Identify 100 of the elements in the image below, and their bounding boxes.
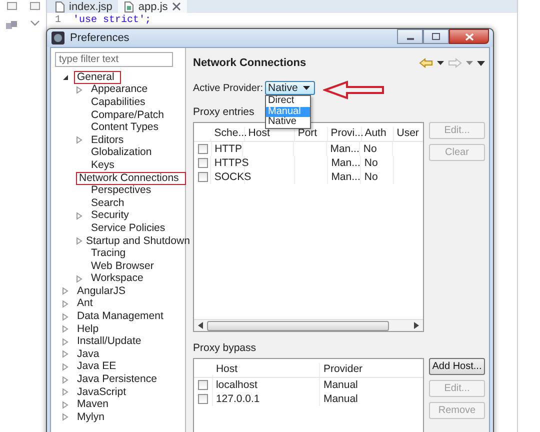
- app-icon: [51, 31, 65, 45]
- editor-tab[interactable]: app.js: [118, 0, 187, 13]
- table-cell: HTTPS: [214, 157, 249, 169]
- section-label: Proxy entries: [193, 106, 254, 118]
- tree-item[interactable]: Appearance: [88, 83, 151, 96]
- close-button[interactable]: [449, 29, 489, 44]
- tree-item[interactable]: Security: [88, 209, 132, 222]
- highlighted-tree-item[interactable]: General: [74, 70, 122, 84]
- collapsed-icon[interactable]: [76, 136, 83, 144]
- tree-item[interactable]: Mylyn: [74, 410, 108, 424]
- table-cell: SOCKS: [214, 171, 252, 183]
- table-cell: No: [364, 171, 378, 183]
- dropdown-option[interactable]: Native: [266, 117, 310, 128]
- collapsed-icon[interactable]: [62, 325, 69, 334]
- column-header[interactable]: User: [394, 127, 423, 141]
- tree-item[interactable]: Capabilities: [88, 96, 148, 109]
- collapsed-icon[interactable]: [62, 312, 69, 321]
- close-icon: [464, 32, 474, 40]
- table-cell: Man...: [331, 171, 360, 183]
- tree-item[interactable]: JavaScript: [74, 386, 130, 399]
- tree-item[interactable]: Web Browser: [88, 260, 157, 273]
- collapsed-icon[interactable]: [62, 388, 69, 396]
- collapsed-icon[interactable]: [62, 300, 69, 308]
- caret-icon[interactable]: [437, 61, 444, 65]
- scroll-left-icon[interactable]: [198, 322, 204, 329]
- checkbox[interactable]: [198, 172, 208, 182]
- column-header[interactable]: Host: [212, 363, 320, 377]
- provider-label: Active Provider:: [193, 82, 264, 94]
- table-cell: Man...: [330, 143, 360, 155]
- collapsed-icon[interactable]: [62, 350, 69, 358]
- tree-item[interactable]: Data Management: [74, 310, 166, 324]
- tree-item[interactable]: Workspace: [88, 272, 146, 286]
- table-cell: Manual: [323, 379, 358, 391]
- tree-item[interactable]: Maven: [74, 398, 112, 412]
- close-icon[interactable]: [172, 2, 181, 11]
- column-header[interactable]: Sche...: [211, 127, 246, 141]
- filter-field[interactable]: type filter text: [55, 52, 173, 67]
- collapsed-icon[interactable]: [76, 212, 83, 220]
- tree-item[interactable]: Search: [88, 196, 128, 210]
- tree-item[interactable]: Java Persistence: [74, 373, 160, 386]
- tree-item[interactable]: Java EE: [74, 360, 120, 374]
- collapsed-icon[interactable]: [62, 413, 69, 422]
- tree-item[interactable]: Content Types: [88, 121, 162, 134]
- table-cell: No: [363, 143, 377, 155]
- provider-dropdown[interactable]: Native: [265, 81, 316, 95]
- minimize-icon[interactable]: [7, 2, 17, 10]
- table-cell: HTTP: [214, 143, 242, 155]
- table-cell: No: [364, 157, 378, 169]
- line-number: 1: [55, 15, 62, 26]
- checkbox[interactable]: [198, 144, 208, 154]
- tree-item[interactable]: Keys: [88, 158, 118, 172]
- table-cell: localhost: [216, 379, 258, 391]
- tree-item[interactable]: Globalization: [88, 146, 155, 160]
- collapsed-icon[interactable]: [62, 287, 69, 296]
- highlighted-tree-item[interactable]: Network Connections: [76, 172, 186, 185]
- maximize-icon[interactable]: [30, 2, 40, 10]
- column-header[interactable]: Host: [245, 127, 295, 141]
- tree-item[interactable]: Compare/Patch: [88, 108, 167, 122]
- collapsed-icon[interactable]: [76, 237, 83, 246]
- menu-caret-icon[interactable]: [477, 60, 485, 66]
- tree-item[interactable]: Perspectives: [88, 184, 154, 198]
- dropdown-caret-icon[interactable]: [30, 20, 40, 26]
- page-title: Network Connections: [193, 57, 306, 69]
- collapsed-icon[interactable]: [76, 86, 83, 94]
- tree-item[interactable]: Startup and Shutdown: [83, 234, 193, 248]
- column-header[interactable]: Provi...: [328, 127, 362, 141]
- expanded-icon[interactable]: [62, 74, 69, 81]
- horizontal-scrollbar[interactable]: [194, 319, 423, 331]
- table-cell: Manual: [323, 393, 358, 405]
- collapsed-icon[interactable]: [76, 274, 83, 283]
- code-line: 'use strict';: [73, 15, 152, 26]
- dropdown-option[interactable]: Direct: [266, 96, 310, 106]
- action-button[interactable]: Add Host...: [429, 358, 485, 375]
- minimize-button[interactable]: [397, 29, 423, 44]
- tree-item[interactable]: Service Policies: [88, 222, 168, 235]
- tree-item[interactable]: Help: [74, 322, 102, 336]
- table-cell: Man...: [331, 157, 360, 169]
- collapsed-icon[interactable]: [62, 338, 69, 346]
- column-header[interactable]: Provider: [320, 363, 423, 377]
- tree-item[interactable]: Tracing: [88, 247, 129, 260]
- tree-item[interactable]: Install/Update: [74, 335, 144, 348]
- section-label: Proxy bypass: [193, 342, 256, 354]
- checkbox[interactable]: [198, 158, 208, 168]
- collapsed-icon[interactable]: [62, 376, 69, 384]
- dialog-title: Preferences: [70, 32, 130, 44]
- tree-item[interactable]: Ant: [74, 297, 96, 310]
- tree-item[interactable]: AngularJS: [74, 284, 128, 298]
- scroll-right-icon[interactable]: [413, 322, 419, 329]
- cubes-icon[interactable]: [5, 20, 19, 32]
- collapsed-icon[interactable]: [62, 362, 69, 371]
- column-header[interactable]: Port: [294, 127, 328, 141]
- checkbox[interactable]: [198, 380, 208, 390]
- restore-button[interactable]: [423, 29, 449, 44]
- collapsed-icon[interactable]: [62, 400, 69, 409]
- column-header[interactable]: Auth: [362, 127, 394, 141]
- caret-icon: [303, 86, 310, 90]
- table-cell: 127.0.0.1: [216, 393, 260, 405]
- tree-item[interactable]: Editors: [88, 134, 127, 147]
- tree-item[interactable]: Java: [74, 348, 102, 361]
- checkbox[interactable]: [198, 394, 208, 404]
